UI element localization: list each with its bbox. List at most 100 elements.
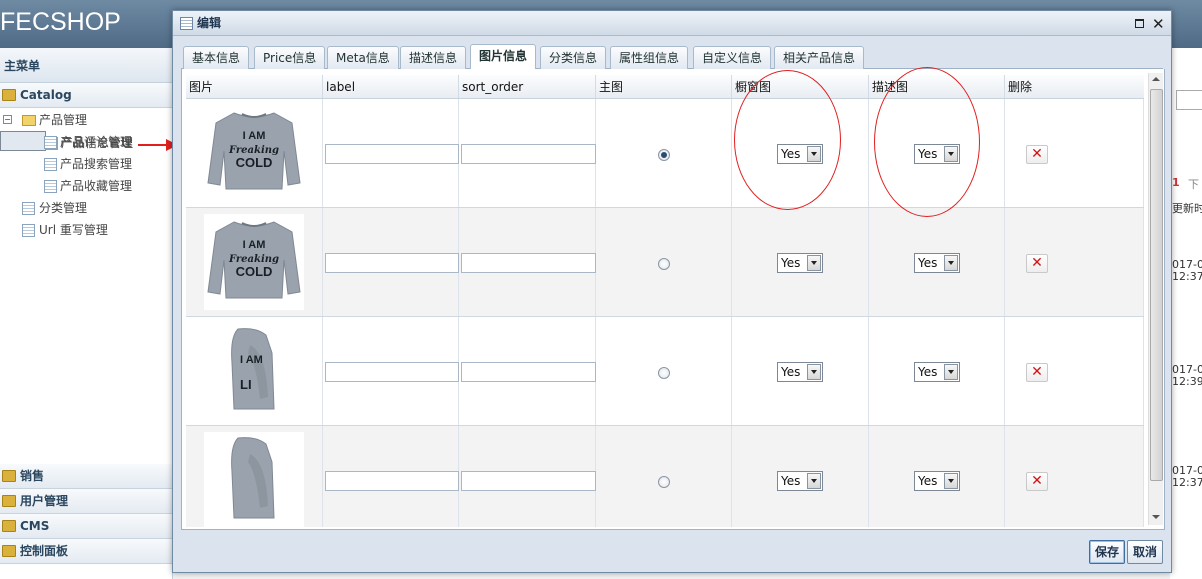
vertical-scrollbar[interactable] [1148,73,1163,525]
label-input[interactable] [325,362,459,382]
product-image-print-text: COLD [236,155,273,170]
row-time: 12:37 [1172,270,1202,283]
sort-order-input[interactable] [461,253,596,273]
tree-item-label: 产品搜索管理 [60,157,133,171]
select-value: Yes [781,474,801,488]
desc-image-select[interactable]: Yes [914,471,960,491]
section-label: 销售 [20,469,45,483]
save-button[interactable]: 保存 [1089,540,1126,564]
product-image: I AMFreakingCOLD [204,105,304,201]
background-input [1176,90,1202,110]
chevron-down-icon[interactable] [944,255,958,271]
chevron-down-icon[interactable] [807,255,821,271]
main-image-radio[interactable] [658,258,670,270]
showcase-select[interactable]: Yes [777,253,823,273]
tab-bar: 基本信息 Price信息 Meta信息 描述信息 图片信息 分类信息 属性组信息… [181,44,1163,70]
collapse-icon[interactable]: − [3,115,12,124]
delete-icon[interactable]: ✕ [1026,145,1048,164]
showcase-select[interactable]: Yes [777,362,823,382]
section-control-panel[interactable]: 控制面板 [0,539,172,564]
tree-item-product-search[interactable]: 产品搜索管理 [0,153,172,175]
folder-icon [2,89,16,101]
tab-custom[interactable]: 自定义信息 [693,46,772,69]
sort-order-input[interactable] [461,144,596,164]
catalog-section[interactable]: Catalog [0,83,172,108]
dialog-titlebar[interactable]: 编辑 ✕ [173,11,1171,36]
tab-images[interactable]: 图片信息 [470,44,537,70]
sort-order-input[interactable] [461,362,596,382]
tree-item-label: 产品收藏管理 [60,179,133,193]
product-image-print-text: I AM [243,130,266,142]
table-cell: Yes [732,208,869,316]
label-input[interactable] [325,144,459,164]
desc-image-select[interactable]: Yes [914,362,960,382]
scroll-up-icon[interactable] [1152,77,1160,81]
main-image-radio[interactable] [658,367,670,379]
chevron-down-icon[interactable] [807,364,821,380]
product-image [204,432,304,527]
desc-image-select[interactable]: Yes [914,253,960,273]
table-cell: ✕ [1005,99,1144,207]
col-header-delete: 删除 [1008,80,1033,94]
tree-group-products[interactable]: − 产品管理 [0,109,172,131]
table-cell [459,208,596,316]
table-cell: Yes [732,317,869,425]
table-cell [596,208,732,316]
edit-dialog: 编辑 ✕ 基本信息 Price信息 Meta信息 描述信息 图片信息 分类信息 … [172,10,1172,573]
select-value: Yes [918,474,938,488]
section-cms[interactable]: CMS [0,514,172,539]
chevron-down-icon[interactable] [807,473,821,489]
main-image-radio[interactable] [658,149,670,161]
folder-icon [2,495,16,507]
showcase-select[interactable]: Yes [777,471,823,491]
table-cell: ✕ [1005,426,1144,527]
tree-item-category[interactable]: 分类管理 [0,197,172,219]
tab-category[interactable]: 分类信息 [540,46,607,69]
table-cell: ✕ [1005,317,1144,425]
sort-order-input[interactable] [461,471,596,491]
chevron-down-icon[interactable] [944,473,958,489]
table-cell [323,317,459,425]
tree-item-url-rewrite[interactable]: Url 重写管理 [0,219,172,241]
tab-related-products[interactable]: 相关产品信息 [774,46,865,69]
main-image-radio[interactable] [658,476,670,488]
tree-item-product-favorite[interactable]: 产品收藏管理 [0,175,172,197]
page-icon [44,136,57,149]
tab-basic[interactable]: 基本信息 [183,46,250,69]
table-cell [596,99,732,207]
table-cell: ✕ [1005,208,1144,316]
page-icon [22,202,35,215]
delete-icon[interactable]: ✕ [1026,363,1048,382]
product-image-print-text: I AM [243,239,266,251]
chevron-down-icon[interactable] [944,364,958,380]
page-icon [44,180,57,193]
select-value: Yes [781,365,801,379]
table-cell [323,99,459,207]
col-header-image: 图片 [186,75,323,98]
folder-icon [2,545,16,557]
label-input[interactable] [325,253,459,273]
label-input[interactable] [325,471,459,491]
table-cell: I AM Freaking COLD [186,208,323,316]
tab-price[interactable]: Price信息 [254,46,326,69]
scrollbar-thumb[interactable] [1150,89,1163,481]
table-cell [186,426,323,527]
close-icon[interactable]: ✕ [1152,12,1165,36]
tab-meta[interactable]: Meta信息 [327,46,399,69]
tab-description[interactable]: 描述信息 [400,46,467,69]
maximize-icon[interactable] [1135,19,1144,28]
section-users[interactable]: 用户管理 [0,489,172,514]
scroll-down-icon[interactable] [1152,515,1160,519]
app-logo: FECSHOP [0,8,121,36]
cancel-button[interactable]: 取消 [1127,540,1164,564]
delete-icon[interactable]: ✕ [1026,254,1048,273]
table-cell [459,426,596,527]
tree-item-label: Url 重写管理 [39,223,108,237]
table-cell: I AM LI [186,317,323,425]
tree-group-label: 产品管理 [39,113,88,127]
table-cell [459,99,596,207]
row-time: 12:37 [1172,476,1202,489]
delete-icon[interactable]: ✕ [1026,472,1048,491]
tab-attribute-group[interactable]: 属性组信息 [610,46,689,69]
section-sales[interactable]: 销售 [0,464,172,489]
